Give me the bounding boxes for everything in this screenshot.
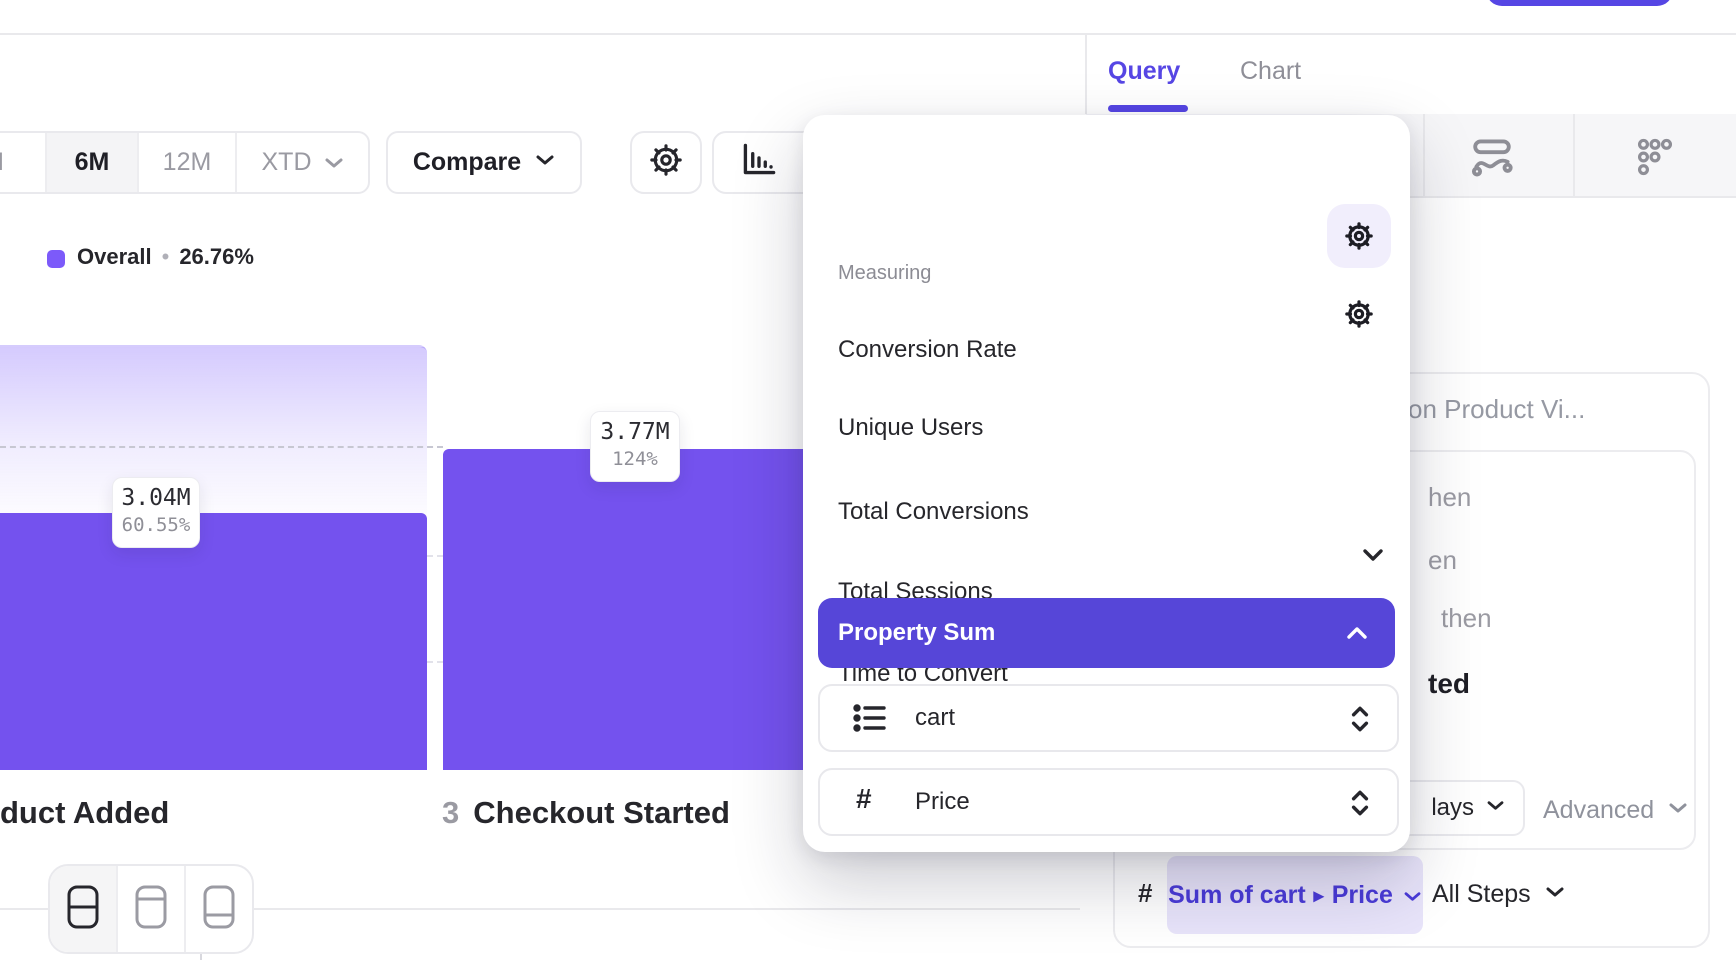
legend-value: 26.76% xyxy=(179,244,254,270)
layout-split-option[interactable] xyxy=(50,866,116,952)
gear-icon xyxy=(1341,218,1377,259)
legend-separator: • xyxy=(162,244,170,270)
all-steps-selector[interactable]: All Steps xyxy=(1432,880,1565,909)
chevron-down-icon xyxy=(1486,799,1505,817)
step3-number: 3 xyxy=(442,795,459,830)
legend-series-label: Overall xyxy=(77,244,152,270)
dots-grid-icon xyxy=(1632,167,1678,184)
bar-step3[interactable] xyxy=(443,449,810,770)
reference-dashed-line xyxy=(0,446,443,448)
unfold-stepper-icon xyxy=(1349,703,1371,740)
chevron-down-icon xyxy=(324,148,344,177)
property-select-cart[interactable]: cart xyxy=(818,684,1399,752)
gear-icon xyxy=(645,139,687,186)
gridline-fragment xyxy=(427,661,443,663)
legend: Overall • 26.76% xyxy=(77,244,254,270)
top-panel-icon xyxy=(134,884,168,935)
tooltip-percent: 124% xyxy=(591,448,679,470)
step2-label-fragment: duct Added xyxy=(0,795,169,831)
gear-icon xyxy=(1341,319,1377,336)
list-property-icon xyxy=(852,701,890,740)
menu-item-unique-users[interactable]: Unique Users xyxy=(838,414,983,442)
breakdown-view-button[interactable] xyxy=(1632,134,1678,185)
measuring-dropdown: Measuring Conversion Rate Unique Users T… xyxy=(803,115,1410,852)
time-range-6m[interactable]: 6M xyxy=(45,133,137,192)
numeric-property-select-price[interactable]: # Price xyxy=(818,768,1399,836)
tab-chart[interactable]: Chart xyxy=(1240,57,1301,86)
menu-item-total-conversions[interactable]: Total Conversions xyxy=(838,498,1029,526)
bottom-panel-icon xyxy=(202,884,236,935)
active-tab-underline xyxy=(1108,105,1188,112)
conversion-rate-settings-button[interactable] xyxy=(1327,204,1391,268)
unique-users-settings-button[interactable] xyxy=(1341,296,1377,337)
time-range-control: M 6M 12M XTD xyxy=(0,131,370,194)
primary-action-button[interactable] xyxy=(1486,0,1673,6)
toolbar-cell-divider xyxy=(1423,114,1425,196)
bar-step2-dropoff-region xyxy=(0,345,427,515)
layout-top-panel-option[interactable] xyxy=(116,866,184,952)
flow-squiggle-icon xyxy=(1468,168,1516,185)
unfold-stepper-icon xyxy=(1349,787,1371,824)
tooltip-value: 3.04M xyxy=(113,485,199,511)
legend-swatch xyxy=(47,250,65,268)
property-sum-label: Property Sum xyxy=(838,619,995,647)
chevron-down-icon xyxy=(535,153,555,172)
time-range-xtd[interactable]: XTD xyxy=(235,133,368,192)
numeric-property-value: Price xyxy=(915,788,970,816)
numeric-type-icon: # xyxy=(1138,878,1152,909)
hash-icon: # xyxy=(856,783,872,815)
bar-step2[interactable] xyxy=(0,513,427,770)
metric-chip-property: Price xyxy=(1332,881,1393,910)
caret-right-icon: ▸ xyxy=(1314,883,1324,908)
all-steps-label: All Steps xyxy=(1432,880,1531,909)
tooltip-percent: 60.55% xyxy=(113,514,199,536)
top-divider xyxy=(0,33,1736,35)
step-row-fragment: en xyxy=(1428,545,1457,576)
days-window-label-fragment: lays xyxy=(1431,794,1474,822)
panel-divider xyxy=(1085,35,1087,114)
tooltip-value: 3.77M xyxy=(591,419,679,445)
chart-settings-button[interactable] xyxy=(630,131,702,194)
time-to-convert-chevron-icon[interactable] xyxy=(1361,547,1385,568)
layout-toggle-group xyxy=(48,864,254,954)
toolbar-cell-divider xyxy=(1573,114,1575,196)
time-range-m[interactable]: M xyxy=(0,133,45,192)
metric-chip[interactable]: Sum of cart ▸ Price xyxy=(1167,856,1423,934)
time-range-12m[interactable]: 12M xyxy=(137,133,235,192)
tab-query[interactable]: Query xyxy=(1108,57,1180,86)
funnel-bars-icon xyxy=(736,137,782,188)
split-rows-icon xyxy=(66,884,100,935)
advanced-button[interactable]: Advanced xyxy=(1543,796,1688,825)
card-title-fragment: on Product Vi... xyxy=(1408,394,1585,425)
advanced-label: Advanced xyxy=(1543,796,1654,825)
chevron-up-icon xyxy=(1345,625,1369,646)
step-name-fragment: ted xyxy=(1428,668,1470,700)
bar-step2-tooltip: 3.04M 60.55% xyxy=(112,477,200,548)
metric-chip-text: Sum of cart xyxy=(1168,881,1306,910)
menu-item-conversion-rate[interactable]: Conversion Rate xyxy=(838,336,1017,364)
step-row-fragment: then xyxy=(1441,603,1492,634)
chevron-down-icon xyxy=(1403,881,1422,910)
time-range-xtd-label: XTD xyxy=(262,148,312,177)
step3-label: 3 Checkout Started xyxy=(442,795,730,831)
gridline-fragment xyxy=(427,555,443,557)
step3-name: Checkout Started xyxy=(473,795,730,830)
chevron-down-icon xyxy=(1668,801,1688,820)
layout-bottom-panel-option[interactable] xyxy=(184,866,252,952)
menu-item-property-sum-selected[interactable]: Property Sum xyxy=(818,598,1395,668)
compare-button[interactable]: Compare xyxy=(386,131,582,194)
analytics-funnel-page: Query Chart M 6M 12M XTD xyxy=(0,0,1736,960)
flow-view-button[interactable] xyxy=(1468,133,1516,186)
dropdown-title: Measuring xyxy=(838,262,931,285)
property-select-value: cart xyxy=(915,704,955,732)
step-row-fragment: hen xyxy=(1428,482,1471,513)
chevron-down-icon xyxy=(1545,885,1565,904)
bar-step3-tooltip: 3.77M 124% xyxy=(590,411,680,482)
compare-label: Compare xyxy=(413,148,521,177)
days-window-button[interactable]: lays xyxy=(1393,780,1525,836)
